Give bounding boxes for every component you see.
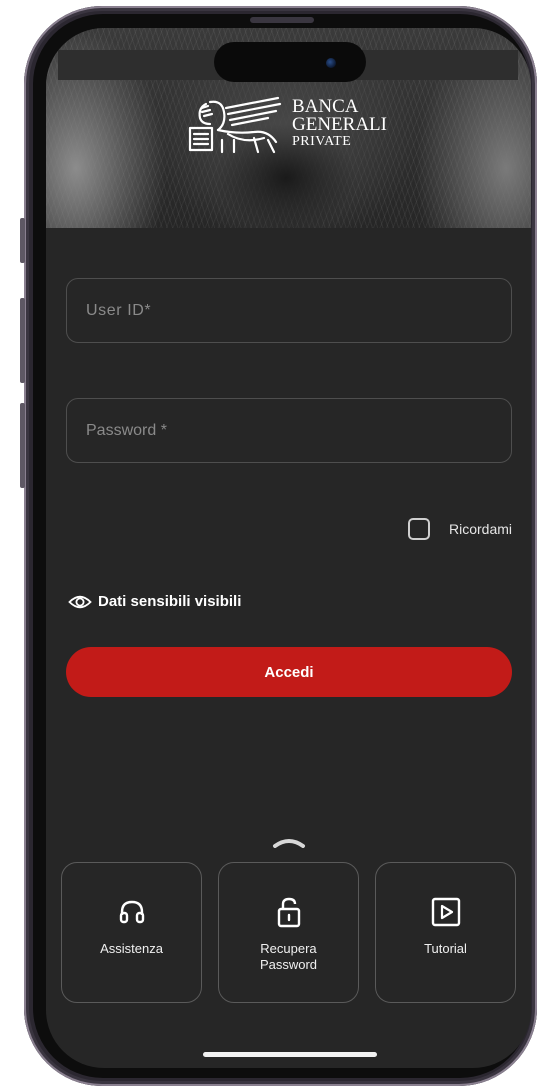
dynamic-island — [214, 42, 366, 82]
sensitive-data-toggle[interactable]: Dati sensibili visibili — [68, 593, 241, 610]
assistenza-button[interactable]: Assistenza — [61, 862, 202, 1003]
recover-password-button[interactable]: Recupera Password — [218, 862, 359, 1003]
front-camera — [326, 58, 336, 68]
chevron-up-icon[interactable] — [272, 836, 306, 848]
remember-me-checkbox[interactable] — [407, 518, 430, 540]
recover-password-label: Recupera Password — [259, 941, 318, 972]
brand-logo: BANCA GENERALI PRIVATE — [188, 94, 398, 156]
app-screen: BANCA GENERALI PRIVATE Ricordami Dati se… — [46, 28, 531, 1068]
home-indicator[interactable] — [203, 1052, 377, 1057]
phone-action-button — [20, 218, 25, 263]
tutorial-label: Tutorial — [424, 941, 467, 956]
user-id-input[interactable] — [67, 279, 511, 342]
winged-lion-logo-icon — [188, 96, 282, 154]
remember-me-label: Ricordami — [448, 521, 512, 537]
eye-icon — [68, 595, 92, 608]
brand-name-line2: GENERALI — [292, 114, 387, 135]
sensitive-data-label: Dati sensibili visibili — [98, 593, 242, 610]
user-id-field[interactable] — [66, 278, 512, 343]
play-icon — [429, 895, 463, 929]
brand-name-line3: PRIVATE — [292, 134, 352, 149]
password-field[interactable] — [66, 398, 512, 463]
password-input[interactable] — [67, 399, 511, 462]
phone-volume-down-button — [20, 403, 25, 488]
login-button[interactable]: Accedi — [66, 647, 512, 697]
remember-me[interactable]: Ricordami — [407, 518, 512, 540]
unlock-icon — [272, 895, 306, 929]
assistenza-label: Assistenza — [100, 941, 163, 956]
phone-speaker — [250, 17, 314, 23]
phone-volume-up-button — [20, 298, 25, 383]
tutorial-button[interactable]: Tutorial — [375, 862, 516, 1003]
headset-icon — [115, 895, 149, 929]
